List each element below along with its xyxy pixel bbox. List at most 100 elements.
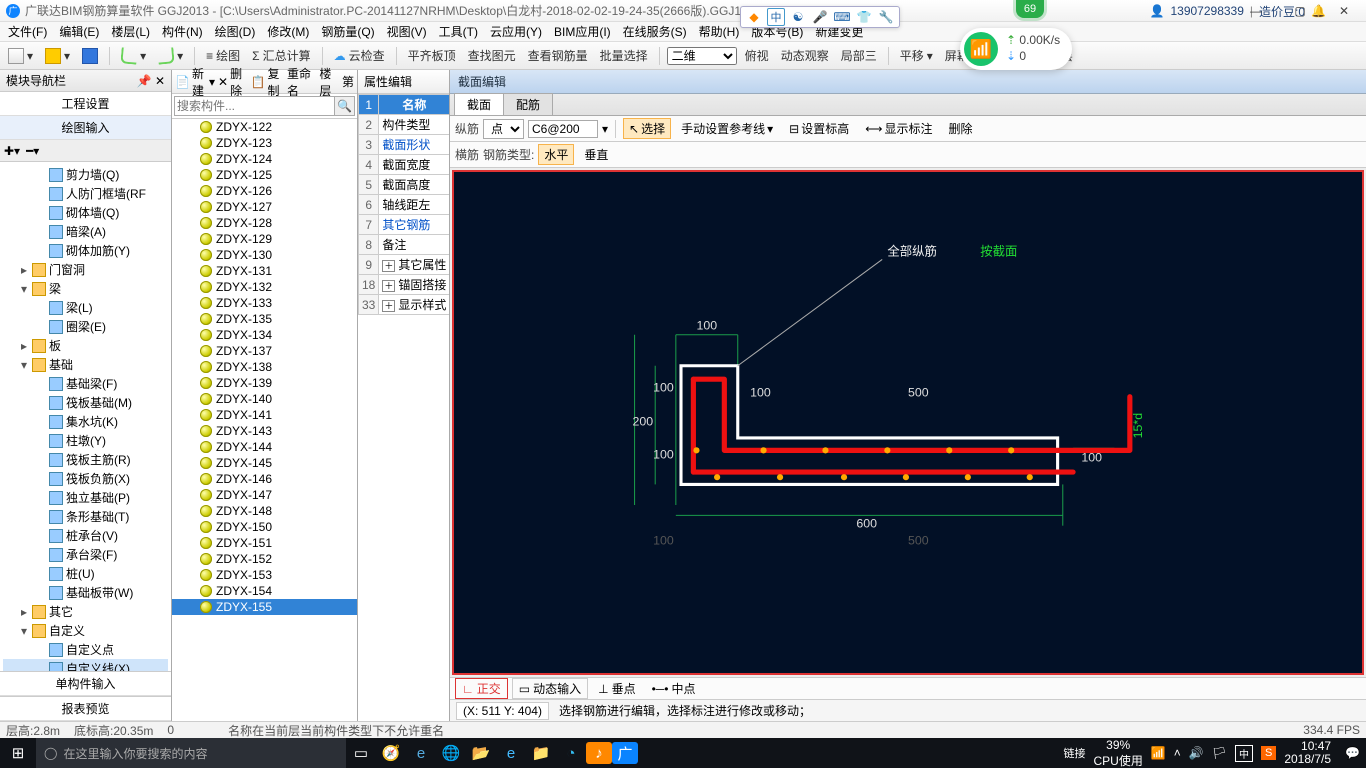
tree-item[interactable]: 自定义点 bbox=[3, 640, 168, 659]
menu-item[interactable]: 绘图(D) bbox=[211, 22, 260, 41]
component-item[interactable]: ZDYX-140 bbox=[172, 391, 357, 407]
start-button[interactable]: ⊞ bbox=[0, 744, 36, 762]
nav-plus-icon[interactable]: ✚▾ bbox=[4, 144, 20, 158]
menu-item[interactable]: 钢筋量(Q) bbox=[317, 22, 378, 41]
app-taskitem-2[interactable]: e bbox=[406, 738, 436, 768]
ime-toolbox-icon[interactable]: 🔧 bbox=[877, 8, 895, 26]
prop-cell[interactable]: 截面高度 bbox=[379, 175, 449, 195]
tree-item[interactable]: 独立基础(P) bbox=[3, 488, 168, 507]
action-center-icon[interactable]: 💬 bbox=[1345, 746, 1360, 760]
dyninput-button[interactable]: ▭ 动态输入 bbox=[512, 678, 588, 699]
tree-item[interactable]: 圈梁(E) bbox=[3, 317, 168, 336]
save-button[interactable] bbox=[78, 46, 102, 66]
app-taskitem-6[interactable]: 📁 bbox=[526, 738, 556, 768]
volume-icon[interactable]: 🔊 bbox=[1189, 746, 1204, 760]
section-canvas[interactable]: 全部纵筋 按截面 100 100 100 200 100 500 600 100… bbox=[452, 170, 1364, 675]
editor-toolbar-2[interactable]: 横筋 钢筋类型: 水平 垂直 bbox=[450, 142, 1366, 168]
undo-button[interactable]: ▾ bbox=[117, 46, 150, 66]
component-item[interactable]: ZDYX-150 bbox=[172, 519, 357, 535]
component-item[interactable]: ZDYX-155 bbox=[172, 599, 357, 615]
component-item[interactable]: ZDYX-152 bbox=[172, 551, 357, 567]
nav-tree[interactable]: 剪力墙(Q)人防门框墙(RF砌体墙(Q)暗梁(A)砌体加筋(Y)门窗洞梁梁(L)… bbox=[0, 162, 171, 671]
component-toolbar[interactable]: 📄新建 ▾ ✕删除 📋复制 重命名 楼层 第 bbox=[172, 70, 357, 94]
component-item[interactable]: ZDYX-132 bbox=[172, 279, 357, 295]
prop-cell[interactable]: 备注 bbox=[379, 235, 449, 255]
sogou-tray-icon[interactable]: S bbox=[1261, 746, 1276, 760]
tray-chevron-icon[interactable]: ˄ bbox=[1174, 746, 1181, 760]
component-item[interactable]: ZDYX-134 bbox=[172, 327, 357, 343]
safety-badge[interactable]: 69 bbox=[1016, 0, 1044, 18]
taskbar-search[interactable]: ◯ 在这里输入你要搜索的内容 bbox=[36, 738, 346, 768]
property-table[interactable]: 1名称2构件类型3截面形状4截面宽度5截面高度6轴线距左7其它钢筋8备注9其它属… bbox=[358, 94, 449, 721]
tree-item[interactable]: 桩承台(V) bbox=[3, 526, 168, 545]
component-item[interactable]: ZDYX-144 bbox=[172, 439, 357, 455]
component-item[interactable]: ZDYX-129 bbox=[172, 231, 357, 247]
refline-button[interactable]: 手动设置参考线 ▾ bbox=[675, 118, 779, 139]
dimension-button[interactable]: ⟷ 显示标注 bbox=[859, 118, 938, 139]
component-item[interactable]: ZDYX-128 bbox=[172, 215, 357, 231]
minimize-button[interactable]: — bbox=[1234, 0, 1278, 22]
tree-folder[interactable]: 其它 bbox=[3, 602, 168, 621]
maximize-button[interactable]: ▢ bbox=[1278, 0, 1322, 22]
tree-item[interactable]: 基础板带(W) bbox=[3, 583, 168, 602]
nav-tab-drawing[interactable]: 绘图输入 bbox=[0, 116, 171, 140]
editor-toolbar-1[interactable]: 纵筋 点 ▾ ↖ 选择 手动设置参考线 ▾ ⊟ 设置标高 ⟷ 显示标注 删除 bbox=[450, 116, 1366, 142]
tb-orbit[interactable]: 动态观察 bbox=[777, 45, 833, 66]
pin-icon[interactable]: 📌 bbox=[137, 74, 152, 88]
main-menu-bar[interactable]: 文件(F)编辑(E)楼层(L)构件(N)绘图(D)修改(M)钢筋量(Q)视图(V… bbox=[0, 22, 1366, 42]
mid-snap[interactable]: •─• 中点 bbox=[646, 679, 702, 698]
app-taskitem-3[interactable]: 🌐 bbox=[436, 738, 466, 768]
nav-tab-report[interactable]: 报表预览 bbox=[0, 696, 171, 721]
tb-batch[interactable]: 批量选择 bbox=[596, 45, 652, 66]
draw-button[interactable]: ≡ 绘图 bbox=[202, 45, 244, 66]
app-taskitem-4[interactable]: 📂 bbox=[466, 738, 496, 768]
component-item[interactable]: ZDYX-143 bbox=[172, 423, 357, 439]
component-item[interactable]: ZDYX-131 bbox=[172, 263, 357, 279]
ime-floating-toolbar[interactable]: ◆ 中 ☯ 🎤 ⌨ 👕 🔧 bbox=[740, 6, 900, 28]
vertical-button[interactable]: 垂直 bbox=[578, 144, 614, 165]
windows-taskbar[interactable]: ⊞ ◯ 在这里输入你要搜索的内容 ▭ 🧭 e 🌐 📂 e 📁 ◔ ♪ 广 链接 … bbox=[0, 738, 1366, 768]
nav-minus-icon[interactable]: ━▾ bbox=[26, 144, 39, 158]
rebar-type-select[interactable]: 点 bbox=[483, 119, 524, 139]
component-item[interactable]: ZDYX-122 bbox=[172, 119, 357, 135]
tree-folder[interactable]: 梁 bbox=[3, 279, 168, 298]
prop-cell[interactable]: 显示样式 bbox=[379, 295, 449, 315]
tree-folder[interactable]: 板 bbox=[3, 336, 168, 355]
prop-cell[interactable]: 轴线距左 bbox=[379, 195, 449, 215]
view-mode-select[interactable]: 二维 bbox=[667, 47, 737, 65]
tree-folder[interactable]: 门窗洞 bbox=[3, 260, 168, 279]
app-taskitem-5[interactable]: e bbox=[496, 738, 526, 768]
tree-item[interactable]: 人防门框墙(RF bbox=[3, 184, 168, 203]
tree-item[interactable]: 集水坑(K) bbox=[3, 412, 168, 431]
nav-tab-single[interactable]: 单构件输入 bbox=[0, 671, 171, 696]
component-item[interactable]: ZDYX-138 bbox=[172, 359, 357, 375]
tree-item[interactable]: 砌体加筋(Y) bbox=[3, 241, 168, 260]
close-button[interactable]: ✕ bbox=[1322, 0, 1366, 22]
component-item[interactable]: ZDYX-126 bbox=[172, 183, 357, 199]
component-item[interactable]: ZDYX-130 bbox=[172, 247, 357, 263]
app-taskitem-8[interactable]: ♪ bbox=[586, 742, 612, 764]
tb-top-view[interactable]: 俯视 bbox=[741, 45, 773, 66]
tree-item[interactable]: 梁(L) bbox=[3, 298, 168, 317]
component-item[interactable]: ZDYX-146 bbox=[172, 471, 357, 487]
nav-mini-tabs[interactable]: ✚▾ ━▾ bbox=[0, 140, 171, 162]
wifi-tray-icon[interactable]: 📶 bbox=[1151, 746, 1166, 760]
ime-lang-toggle[interactable]: 中 bbox=[767, 8, 785, 26]
tb-pan[interactable]: 平移 ▾ bbox=[896, 45, 937, 66]
component-item[interactable]: ZDYX-124 bbox=[172, 151, 357, 167]
tab-section[interactable]: 截面 bbox=[454, 93, 504, 115]
close-panel-icon[interactable]: ✕ bbox=[155, 74, 165, 88]
tree-item[interactable]: 筏板基础(M) bbox=[3, 393, 168, 412]
tree-item[interactable]: 暗梁(A) bbox=[3, 222, 168, 241]
open-button[interactable]: ▾ bbox=[41, 46, 74, 66]
redo-button[interactable]: ▾ bbox=[154, 46, 187, 66]
tab-rebar[interactable]: 配筋 bbox=[503, 93, 553, 115]
component-item[interactable]: ZDYX-127 bbox=[172, 199, 357, 215]
elevation-button[interactable]: ⊟ 设置标高 bbox=[783, 118, 855, 139]
ortho-button[interactable]: ∟ 正交 bbox=[455, 678, 508, 699]
new-button[interactable]: ▾ bbox=[4, 46, 37, 66]
search-icon[interactable]: 🔍 bbox=[335, 96, 355, 116]
menu-item[interactable]: 编辑(E) bbox=[55, 22, 103, 41]
menu-item[interactable]: 云应用(Y) bbox=[486, 22, 546, 41]
ime-mic-icon[interactable]: 🎤 bbox=[811, 8, 829, 26]
